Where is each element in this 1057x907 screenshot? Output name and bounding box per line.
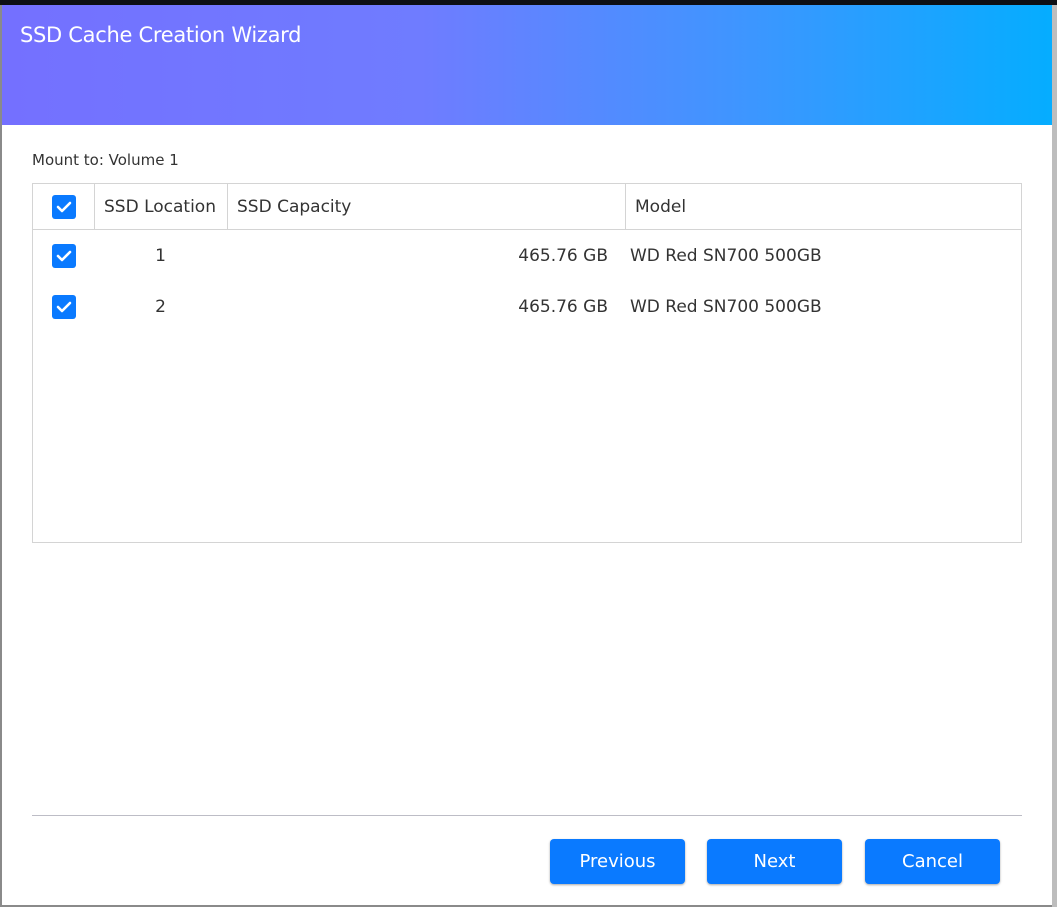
ssd-model: WD Red SN700 500GB (630, 245, 822, 266)
select-all-cell (33, 184, 94, 229)
check-icon (56, 301, 71, 312)
ssd-model: WD Red SN700 500GB (630, 296, 822, 317)
ssd-table: SSD Location SSD Capacity Model 1 465.76… (32, 183, 1022, 543)
ssd-capacity: 465.76 GB (518, 245, 608, 266)
footer-divider (32, 815, 1022, 816)
table-row[interactable]: 2 465.76 GB WD Red SN700 500GB (33, 281, 1021, 332)
next-button[interactable]: Next (707, 839, 842, 884)
dialog-header: SSD Cache Creation Wizard (2, 5, 1052, 125)
row-checkbox-cell (33, 243, 94, 268)
background-edge (1052, 5, 1057, 907)
check-icon (56, 250, 71, 261)
ssd-location: 2 (155, 296, 166, 317)
mount-to-label: Mount to: Volume 1 (32, 151, 179, 169)
row-checkbox[interactable] (51, 243, 76, 268)
table-header: SSD Location SSD Capacity Model (33, 184, 1021, 230)
dialog-title: SSD Cache Creation Wizard (20, 23, 302, 47)
row-checkbox[interactable] (51, 294, 76, 319)
wizard-dialog: SSD Cache Creation Wizard Mount to: Volu… (2, 5, 1052, 905)
ssd-capacity: 465.76 GB (518, 296, 608, 317)
cancel-button[interactable]: Cancel (865, 839, 1000, 884)
check-icon (56, 201, 71, 212)
column-header-location[interactable]: SSD Location (94, 184, 227, 229)
previous-button[interactable]: Previous (550, 839, 685, 884)
row-checkbox-cell (33, 294, 94, 319)
ssd-location: 1 (155, 245, 166, 266)
column-header-model[interactable]: Model (625, 184, 1021, 229)
table-row[interactable]: 1 465.76 GB WD Red SN700 500GB (33, 230, 1021, 281)
column-header-capacity[interactable]: SSD Capacity (227, 184, 625, 229)
select-all-checkbox[interactable] (51, 194, 76, 219)
